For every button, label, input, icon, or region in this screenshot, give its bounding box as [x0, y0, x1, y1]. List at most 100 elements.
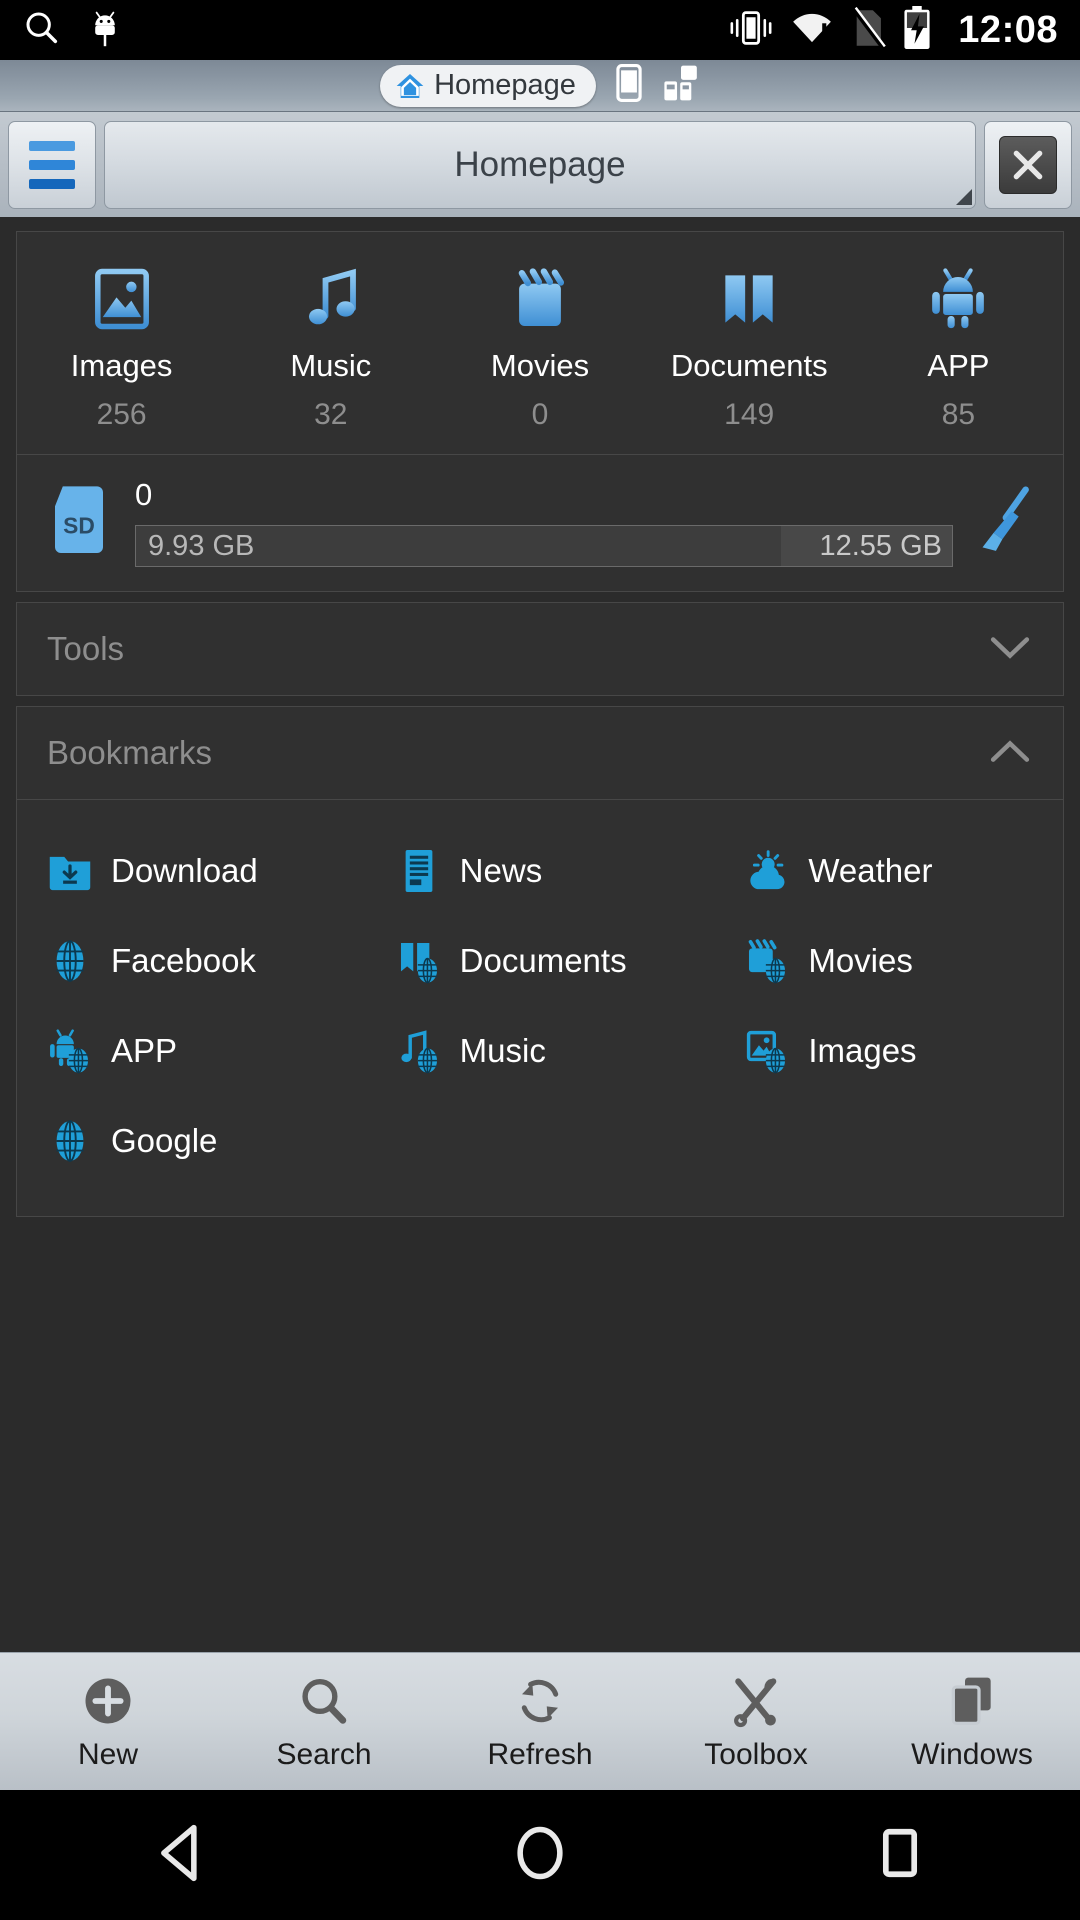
bookmark-images[interactable]: Images — [714, 1006, 1063, 1096]
bookmark-empty-slot — [714, 1096, 1063, 1186]
bookmark-label: News — [459, 852, 543, 889]
section-bookmarks-header[interactable]: Bookmarks — [17, 707, 1063, 799]
recents-button[interactable] — [720, 1824, 1080, 1887]
menu-bar-2 — [29, 159, 75, 170]
bookmark-google[interactable]: Google — [17, 1096, 366, 1186]
home-button[interactable] — [360, 1823, 720, 1888]
bookmark-label: Facebook — [111, 942, 256, 979]
bookmark-download[interactable]: Download — [17, 826, 366, 916]
android-usb-icon — [88, 7, 122, 54]
tab-homepage[interactable]: Homepage — [380, 64, 596, 107]
storage-total: 12.55 GB — [819, 529, 942, 562]
android-nav-bar — [0, 1790, 1080, 1920]
bookmark-label: Documents — [459, 942, 627, 979]
category-count: 256 — [96, 398, 147, 431]
toolbar-windows[interactable]: Windows — [864, 1672, 1080, 1772]
chevron-down-icon[interactable] — [987, 632, 1033, 667]
bookmark-news[interactable]: News — [366, 826, 715, 916]
bookmark-label: Images — [808, 1032, 917, 1069]
category-app[interactable]: APP 85 — [854, 260, 1063, 432]
section-tools-header[interactable]: Tools — [17, 603, 1063, 695]
folder-download-icon — [47, 848, 93, 894]
close-button[interactable] — [984, 120, 1072, 209]
back-button[interactable] — [0, 1823, 360, 1888]
broom-icon[interactable] — [977, 485, 1037, 560]
storage-row[interactable]: SD 0 9.93 GB 12.55 GB — [17, 455, 1063, 591]
main-content: Images 256 Music 32 Movies 0 Documents 1… — [0, 217, 1080, 1652]
resize-corner-icon — [956, 188, 972, 205]
status-bar: 12:08 — [0, 0, 1080, 60]
open-book-icon — [716, 260, 782, 332]
image-icon — [89, 260, 155, 332]
android-icon — [925, 260, 991, 332]
phone-icon[interactable] — [616, 64, 642, 107]
bookmark-movies[interactable]: Movies — [714, 916, 1063, 1006]
clapperboard-icon — [507, 260, 573, 332]
category-music[interactable]: Music 32 — [226, 260, 435, 432]
bookmark-documents[interactable]: Documents — [366, 916, 715, 1006]
sd-card-icon: SD — [47, 484, 111, 561]
bookmark-app[interactable]: APP — [17, 1006, 366, 1096]
bottom-toolbar: New Search Refresh Toolbox Windows — [0, 1652, 1080, 1790]
toolbar-label: Search — [276, 1737, 372, 1771]
bookmark-label: APP — [111, 1032, 178, 1069]
toolbar-new[interactable]: New — [0, 1672, 216, 1772]
category-label: APP — [927, 348, 990, 383]
bookmark-row: APP Music Images — [17, 1006, 1063, 1096]
home-icon — [394, 71, 426, 101]
bookmark-label: Download — [111, 852, 258, 889]
bookmark-row: Facebook Documents Movies — [17, 916, 1063, 1006]
bookmark-facebook[interactable]: Facebook — [17, 916, 366, 1006]
category-count: 85 — [941, 398, 976, 431]
tab-label: Homepage — [434, 69, 576, 101]
section-title: Bookmarks — [47, 734, 213, 771]
svg-text:SD: SD — [63, 512, 95, 538]
category-documents[interactable]: Documents 149 — [645, 260, 854, 432]
weather-cloud-sun-icon — [744, 848, 790, 894]
wifi-warning-icon — [790, 9, 834, 52]
bookmark-label: Music — [459, 1032, 546, 1069]
path-input[interactable]: Homepage — [104, 120, 976, 209]
bookmarks-grid: Download News Weather Facebook Documents… — [17, 799, 1063, 1216]
category-movies[interactable]: Movies 0 — [435, 260, 644, 432]
android-globe-icon — [47, 1028, 93, 1074]
bookmark-row: Google — [17, 1096, 1063, 1186]
bookmark-weather[interactable]: Weather — [714, 826, 1063, 916]
toolbar-label: New — [77, 1737, 138, 1771]
category-label: Movies — [490, 348, 590, 383]
close-icon — [999, 135, 1057, 194]
chevron-up-icon[interactable] — [987, 736, 1033, 771]
section-bookmarks: Bookmarks Download News Weather Facebook… — [16, 706, 1064, 1217]
category-count: 32 — [314, 398, 348, 431]
news-document-icon — [396, 848, 442, 894]
clapper-globe-icon — [744, 938, 790, 984]
bookmark-label: Google — [111, 1122, 218, 1159]
section-tools[interactable]: Tools — [16, 602, 1064, 696]
lan-devices-icon[interactable] — [662, 64, 700, 107]
bookmark-empty-slot — [366, 1096, 715, 1186]
toolbar-search[interactable]: Search — [216, 1672, 432, 1772]
bookmark-row: Download News Weather — [17, 826, 1063, 916]
toolbar-label: Windows — [911, 1737, 1033, 1771]
search-icon[interactable] — [22, 8, 62, 53]
path-text: Homepage — [454, 144, 626, 184]
battery-charging-icon — [902, 5, 932, 55]
hamburger-menu-icon[interactable] — [8, 120, 96, 209]
toolbar-toolbox[interactable]: Toolbox — [648, 1672, 864, 1772]
status-time: 12:08 — [958, 8, 1058, 51]
storage-progress-bar: 9.93 GB 12.55 GB — [135, 525, 953, 567]
bookmark-music[interactable]: Music — [366, 1006, 715, 1096]
address-bar: Homepage — [0, 112, 1080, 217]
overview-panel: Images 256 Music 32 Movies 0 Documents 1… — [16, 231, 1064, 592]
triangle-back-icon — [152, 1823, 208, 1888]
toolbox-wrench-icon — [728, 1672, 784, 1730]
storage-free: 9.93 GB — [148, 529, 255, 562]
music-globe-icon — [396, 1028, 442, 1074]
menu-bar-1 — [29, 140, 75, 151]
image-globe-icon — [744, 1028, 790, 1074]
globe-icon — [47, 1118, 93, 1164]
storage-name: 0 — [135, 477, 153, 512]
toolbar-refresh[interactable]: Refresh — [432, 1672, 648, 1772]
book-globe-icon — [396, 938, 442, 984]
category-images[interactable]: Images 256 — [17, 260, 226, 432]
